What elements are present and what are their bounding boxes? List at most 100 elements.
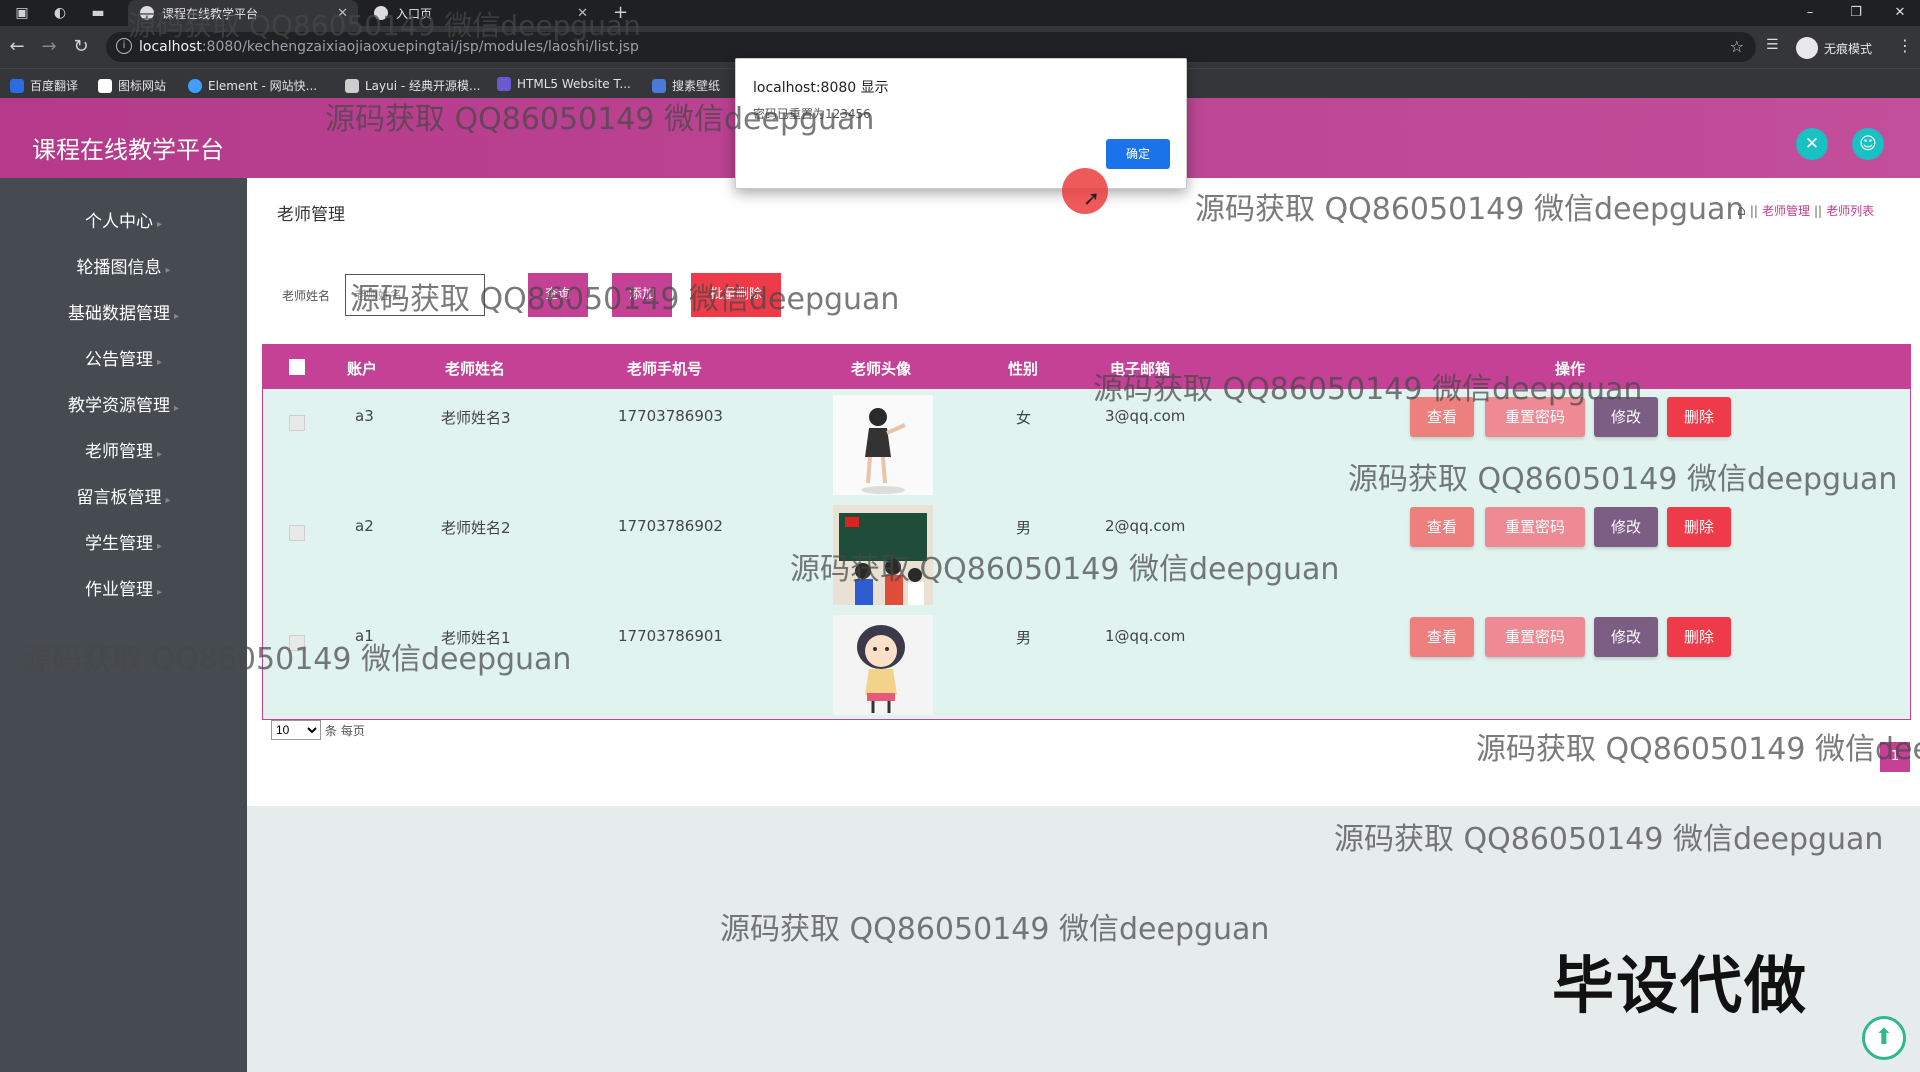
delete-button[interactable]: 删除 bbox=[1667, 397, 1731, 437]
edit-button[interactable]: 修改 bbox=[1594, 397, 1658, 437]
dialog-title: localhost:8080 显示 bbox=[753, 80, 889, 96]
row-checkbox[interactable] bbox=[289, 635, 305, 651]
row-checkbox[interactable] bbox=[289, 415, 305, 431]
delete-button[interactable]: 删除 bbox=[1667, 617, 1731, 657]
chevron-icon: ▸ bbox=[173, 403, 180, 414]
sidebar-item-base-data[interactable]: 基础数据管理 ▸ bbox=[0, 299, 247, 329]
back-icon[interactable]: ← bbox=[6, 36, 28, 58]
incognito-tab-icon[interactable]: ◐ bbox=[50, 3, 70, 23]
bookmark-icon-site[interactable]: 图标网站 bbox=[98, 77, 166, 94]
reset-password-button[interactable]: 重置密码 bbox=[1485, 617, 1585, 657]
wallpaper-icon bbox=[652, 78, 666, 93]
sidebar-item-messages[interactable]: 留言板管理 ▸ bbox=[0, 483, 247, 513]
bookmark-html5[interactable]: HTML5 Website T... bbox=[497, 77, 631, 91]
chevron-icon: ▸ bbox=[173, 311, 180, 322]
user-icon[interactable]: ☺ bbox=[1852, 128, 1884, 160]
chevron-icon: ▸ bbox=[156, 541, 163, 552]
edit-button[interactable]: 修改 bbox=[1594, 507, 1658, 547]
cell-account: a2 bbox=[355, 517, 374, 535]
cell-name: 老师姓名1 bbox=[441, 629, 511, 647]
incognito-label: 无痕模式 bbox=[1824, 41, 1873, 56]
select-all-checkbox[interactable] bbox=[289, 359, 305, 375]
query-button[interactable]: 查询 bbox=[528, 273, 588, 317]
breadcrumb-teacher-manage[interactable]: 老师管理 bbox=[1762, 202, 1810, 219]
fullscreen-icon[interactable]: ✕ bbox=[1796, 128, 1828, 160]
scroll-to-top-icon[interactable]: ⬆ bbox=[1862, 1016, 1906, 1060]
sidebar-item-resources[interactable]: 教学资源管理 ▸ bbox=[0, 391, 247, 421]
sidebar-item-personal[interactable]: 个人中心 ▸ bbox=[0, 207, 247, 237]
window-icon[interactable]: ▬ bbox=[88, 3, 108, 23]
cell-gender: 男 bbox=[1016, 519, 1032, 537]
edit-button[interactable]: 修改 bbox=[1594, 617, 1658, 657]
delete-button[interactable]: 删除 bbox=[1667, 507, 1731, 547]
cell-email: 2@qq.com bbox=[1105, 517, 1186, 535]
column-header-phone[interactable]: 老师手机号 bbox=[627, 358, 702, 379]
tab-entry[interactable]: 入口页 ✕ bbox=[362, 0, 598, 26]
sidebar-item-teachers[interactable]: 老师管理 ▸ bbox=[0, 437, 247, 467]
tab-search-icon[interactable]: ▣ bbox=[12, 3, 32, 23]
column-header-name[interactable]: 老师姓名 bbox=[445, 358, 505, 379]
tab-course-platform[interactable]: 课程在线教学平台 ✕ bbox=[128, 0, 358, 26]
column-header-email[interactable]: 电子邮箱 bbox=[1110, 358, 1170, 379]
url-text[interactable]: localhost:8080/kechengzaixiaojiaoxueping… bbox=[139, 39, 639, 55]
page-title: 老师管理 bbox=[277, 205, 345, 225]
reload-icon[interactable]: ↻ bbox=[70, 36, 92, 58]
tab-close-icon[interactable]: ✕ bbox=[337, 6, 348, 21]
chevron-icon: ▸ bbox=[156, 357, 163, 368]
reset-password-button[interactable]: 重置密码 bbox=[1485, 397, 1585, 437]
sidebar-item-homework[interactable]: 作业管理 ▸ bbox=[0, 575, 247, 605]
chevron-icon: ▸ bbox=[156, 219, 163, 230]
page-number-button[interactable]: 1 bbox=[1880, 742, 1910, 772]
view-button[interactable]: 查看 bbox=[1410, 617, 1474, 657]
sidebar-item-students[interactable]: 学生管理 ▸ bbox=[0, 529, 247, 559]
cell-account: a1 bbox=[355, 627, 374, 645]
bookmark-layui[interactable]: Layui - 经典开源模... bbox=[345, 77, 480, 94]
teacher-avatar-image[interactable] bbox=[833, 615, 933, 715]
sidebar-item-carousel[interactable]: 轮播图信息 ▸ bbox=[0, 253, 247, 283]
forward-icon[interactable]: → bbox=[38, 36, 60, 58]
browser-menu-icon[interactable]: ⋮ bbox=[1897, 36, 1913, 55]
row-checkbox[interactable] bbox=[289, 525, 305, 541]
teacher-avatar-image[interactable] bbox=[833, 505, 933, 605]
view-button[interactable]: 查看 bbox=[1410, 507, 1474, 547]
bookmark-element[interactable]: Element - 网站快... bbox=[188, 77, 317, 94]
dialog-message: 密码已重置为123456 bbox=[753, 107, 871, 121]
media-control-icon[interactable]: ☰ bbox=[1766, 37, 1779, 53]
add-button[interactable]: 添加 bbox=[612, 273, 672, 317]
chevron-icon: ▸ bbox=[165, 495, 171, 506]
bookmark-baidu-fanyi[interactable]: 百度翻译 bbox=[10, 77, 78, 94]
close-window-icon[interactable]: ✕ bbox=[1880, 0, 1920, 26]
page-size-select[interactable]: 10 bbox=[271, 720, 321, 740]
batch-delete-button[interactable]: 批量删除 bbox=[691, 273, 781, 317]
column-header-account[interactable]: 账户 bbox=[347, 358, 377, 379]
incognito-indicator[interactable]: 无痕模式 bbox=[1796, 37, 1872, 59]
teacher-avatar-image[interactable] bbox=[833, 395, 933, 495]
search-label: 老师姓名 bbox=[282, 289, 331, 303]
baidu-icon bbox=[10, 78, 24, 93]
breadcrumb-separator: || bbox=[1749, 203, 1758, 218]
cell-account: a3 bbox=[355, 407, 374, 425]
cell-gender: 男 bbox=[1016, 629, 1032, 647]
teacher-name-search-input[interactable] bbox=[345, 274, 485, 316]
column-header-avatar[interactable]: 老师头像 bbox=[851, 358, 911, 379]
cell-email: 1@qq.com bbox=[1105, 627, 1186, 645]
chevron-icon: ▸ bbox=[156, 449, 163, 460]
minimize-icon[interactable]: – bbox=[1790, 0, 1830, 26]
restore-icon[interactable]: ❐ bbox=[1836, 0, 1876, 26]
new-tab-icon[interactable]: + bbox=[613, 0, 628, 26]
chevron-icon: ▸ bbox=[156, 587, 163, 598]
tab-close-icon[interactable]: ✕ bbox=[577, 6, 588, 21]
info-icon[interactable]: i bbox=[116, 38, 132, 54]
chevron-icon: ▸ bbox=[165, 265, 171, 276]
tab-favicon-icon bbox=[140, 6, 154, 20]
reset-password-button[interactable]: 重置密码 bbox=[1485, 507, 1585, 547]
view-button[interactable]: 查看 bbox=[1410, 397, 1474, 437]
sidebar-item-notices[interactable]: 公告管理 ▸ bbox=[0, 345, 247, 375]
dialog-ok-button[interactable]: 确定 bbox=[1106, 139, 1170, 169]
home-icon[interactable]: ⌂ bbox=[1737, 203, 1746, 219]
tab-title: 入口页 bbox=[396, 6, 433, 21]
column-header-gender[interactable]: 性别 bbox=[1008, 358, 1038, 379]
bookmark-wallpaper[interactable]: 搜素壁纸 bbox=[652, 77, 720, 94]
bookmark-star-icon[interactable]: ☆ bbox=[1730, 37, 1744, 56]
tab-favicon-icon bbox=[374, 6, 388, 20]
